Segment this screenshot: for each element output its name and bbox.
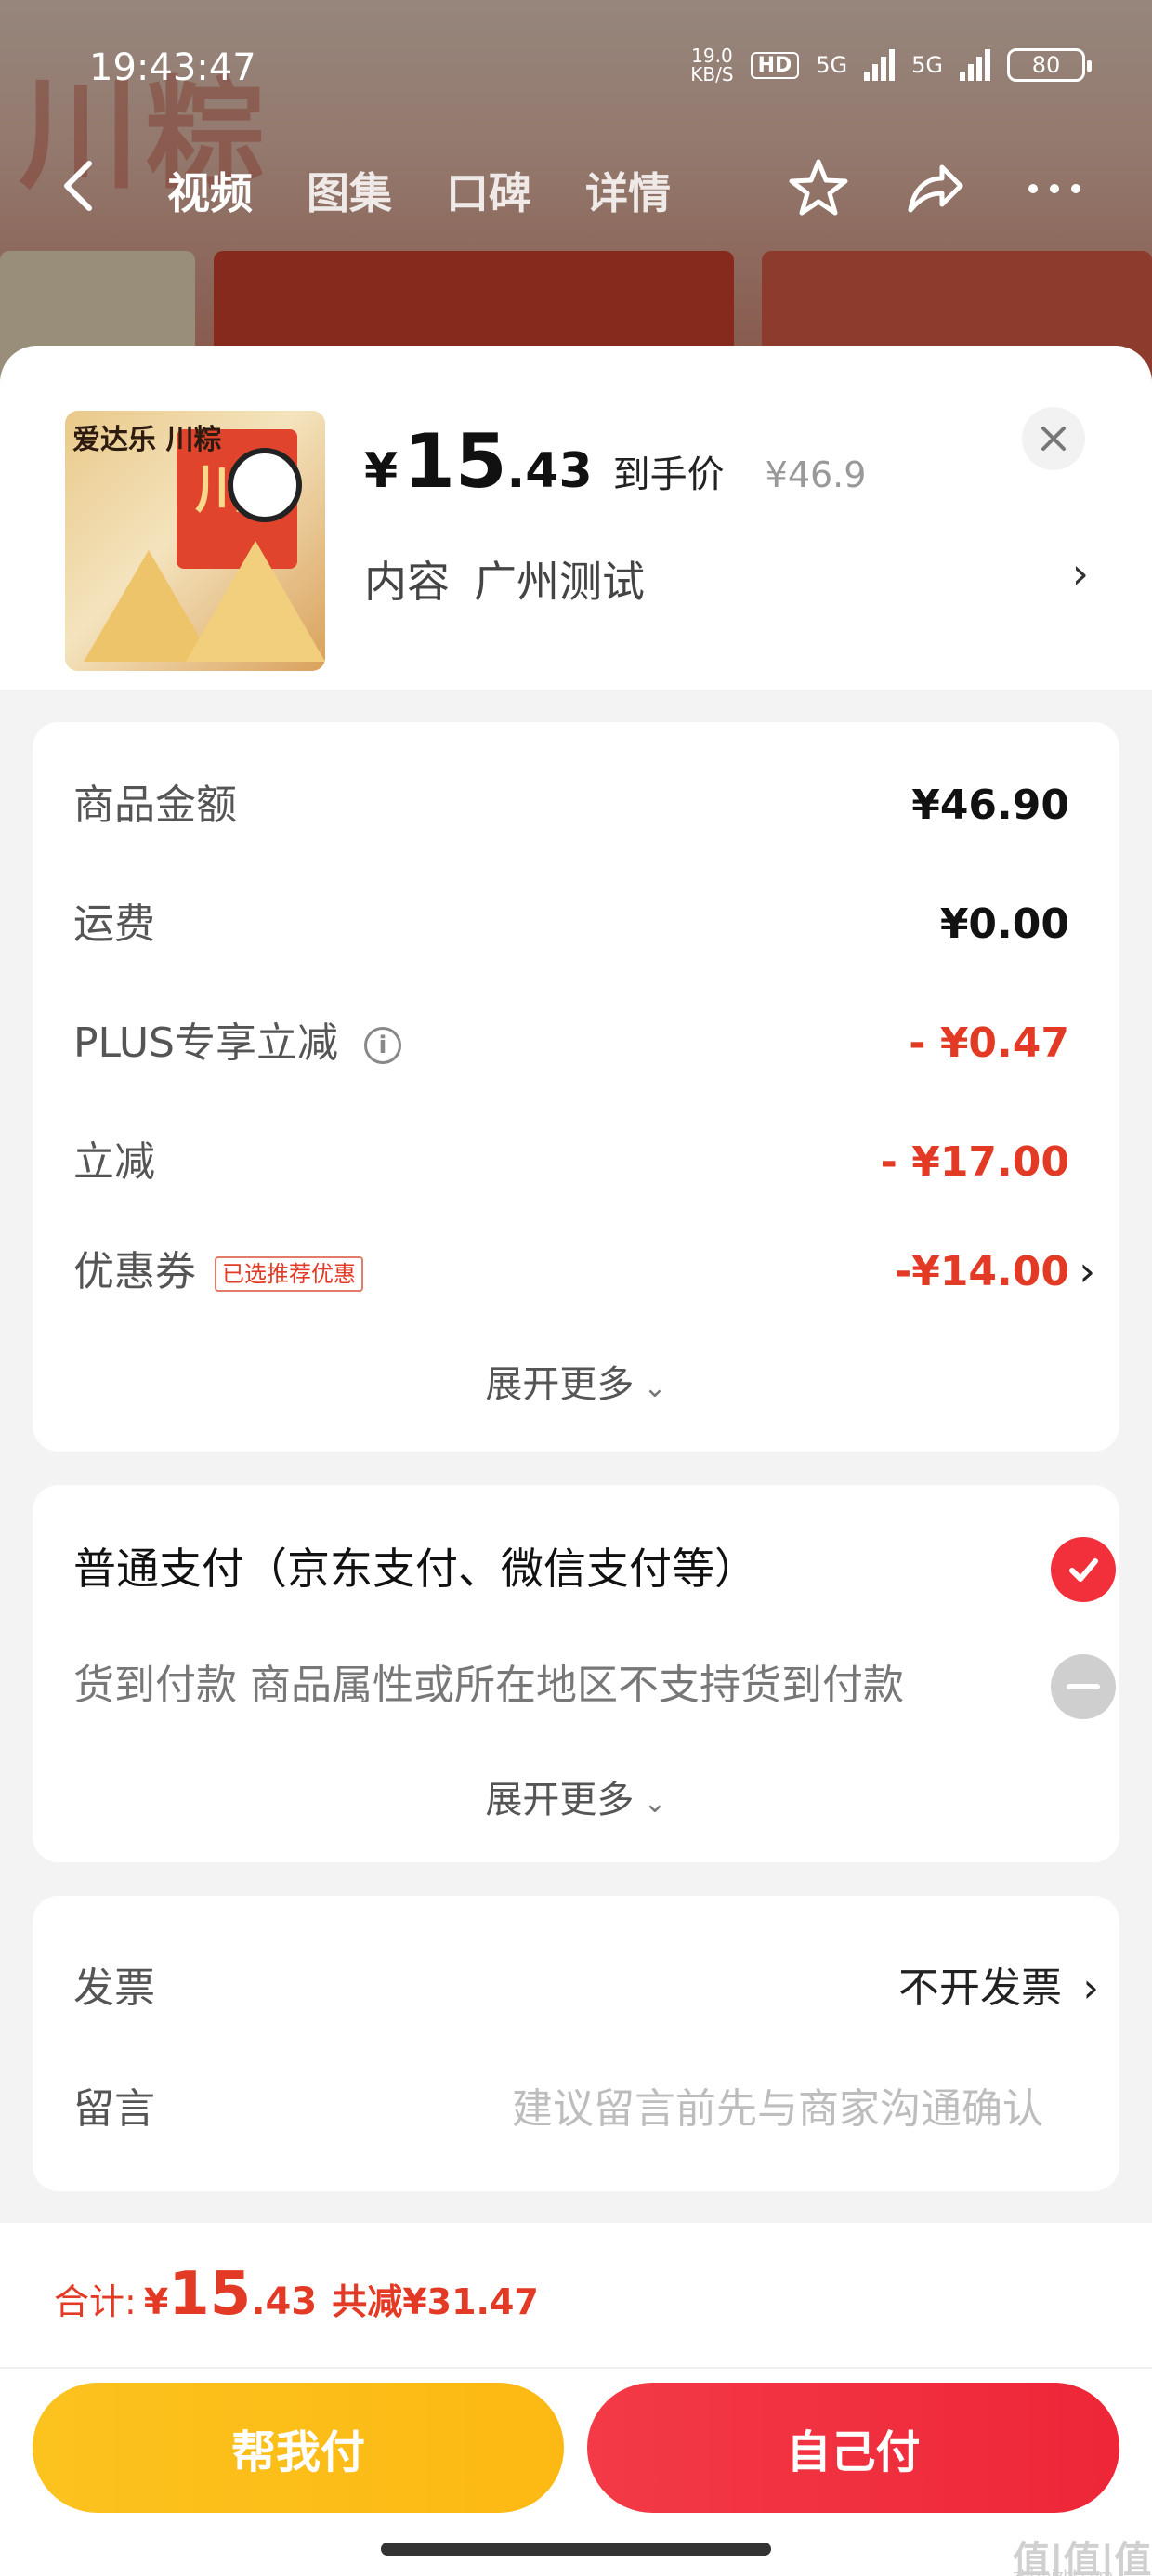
product-image-panda xyxy=(228,448,302,522)
total-summary: 合计: ¥ 15 .43 共减¥31.47 xyxy=(54,2260,539,2329)
chevron-right-icon: › xyxy=(1079,1248,1095,1295)
check-glyph xyxy=(1069,1558,1098,1582)
goods-amount-label: 商品金额 xyxy=(73,782,237,829)
coupon-label: 优惠券 xyxy=(73,1248,196,1295)
row-instant-discount: 立减 - ¥17.00 xyxy=(73,1125,1069,1200)
network-speed-value: 19.0 xyxy=(691,45,733,67)
chevron-right-icon: › xyxy=(1082,1965,1099,2012)
hd-badge: HD xyxy=(750,51,800,79)
product-summary: 川 爱达乐 川粽 ¥ 15 .43 到手价 ¥46.9 内容 广州测试 › xyxy=(0,346,1152,690)
message-row[interactable]: 留言 建议留言前先与商家沟通确认 xyxy=(73,2072,1099,2147)
product-image-logo: 爱达乐 川粽 xyxy=(72,424,222,456)
instant-discount-value: - ¥17.00 xyxy=(880,1138,1069,1186)
pay-myself-button[interactable]: 自己付 xyxy=(587,2383,1119,2513)
invoice-value: 不开发票 xyxy=(898,1965,1062,2012)
info-icon[interactable]: i xyxy=(364,1027,401,1064)
amount-breakdown-card: 商品金额 ¥46.90 运费 ¥0.00 PLUS专享立减 i - ¥0.47 立… xyxy=(33,722,1119,1452)
total-saved: 共减¥31.47 xyxy=(332,2281,539,2322)
plus-discount-label: PLUS专享立减 xyxy=(73,1019,338,1067)
message-label: 留言 xyxy=(73,2085,155,2133)
total-integer: 15 xyxy=(168,2260,252,2329)
disabled-minus-icon xyxy=(1051,1654,1116,1719)
signal-icon xyxy=(864,49,896,81)
price-integer: 15 xyxy=(403,418,507,505)
price-currency: ¥ xyxy=(364,443,399,499)
spec-selector[interactable]: 内容 广州测试 › xyxy=(364,548,1089,610)
network-speed-unit: KB/S xyxy=(690,63,734,85)
expand-more-amounts[interactable]: 展开更多 ⌄ xyxy=(33,1354,1119,1408)
original-price: ¥46.9 xyxy=(765,454,867,495)
share-icon[interactable] xyxy=(901,156,966,221)
payment-option-cod-label: 货到付款 商品属性或所在地区不支持货到付款 xyxy=(73,1662,904,1709)
coupon-recommended-tag: 已选推荐优惠 xyxy=(215,1256,363,1292)
signal-icon-2 xyxy=(960,49,990,81)
signal-1-label: 5G xyxy=(816,52,848,78)
plus-discount-value: - ¥0.47 xyxy=(909,1019,1069,1067)
tab-video[interactable]: 视频 xyxy=(167,160,253,221)
row-coupon[interactable]: 优惠券 已选推荐优惠 -¥14.00 › xyxy=(73,1235,1095,1309)
top-navigation: 视频 图集 口碑 详情 xyxy=(0,139,1152,242)
total-currency: ¥ xyxy=(143,2281,169,2322)
final-price: ¥ 15 .43 到手价 ¥46.9 xyxy=(364,418,866,505)
status-indicators: 19.0 KB/S HD 5G 5G 80 xyxy=(690,46,1092,84)
checkout-footer: 合计: ¥ 15 .43 共减¥31.47 帮我付 自己付 值|值|值 zhiz… xyxy=(0,2223,1152,2576)
tab-reviews[interactable]: 口碑 xyxy=(446,160,531,221)
total-decimal: .43 xyxy=(251,2280,318,2323)
shipping-label: 运费 xyxy=(73,900,155,948)
payment-method-card: 普通支付（京东支付、微信支付等） 货到付款 商品属性或所在地区不支持货到付款 展… xyxy=(33,1485,1119,1862)
shipping-value: ¥0.00 xyxy=(939,900,1069,948)
invoice-message-card: 发票 不开发票 › 留言 建议留言前先与商家沟通确认 xyxy=(33,1896,1119,2191)
payment-option-cod: 货到付款 商品属性或所在地区不支持货到付款 xyxy=(73,1649,1116,1723)
chevron-right-icon: › xyxy=(1071,548,1089,598)
spec-label: 内容 xyxy=(364,557,450,607)
chevron-down-icon: ⌄ xyxy=(643,1787,667,1820)
plus-discount-label-wrap: PLUS专享立减 i xyxy=(73,1006,401,1081)
nav-tabs: 视频 图集 口碑 详情 xyxy=(167,160,671,221)
checkmark-icon[interactable] xyxy=(1051,1537,1116,1602)
footer-divider xyxy=(0,2367,1152,2369)
help-me-pay-button[interactable]: 帮我付 xyxy=(33,2383,564,2513)
invoice-row[interactable]: 发票 不开发票 › xyxy=(73,1952,1099,2026)
tab-details[interactable]: 详情 xyxy=(585,160,671,221)
instant-discount-label: 立减 xyxy=(73,1138,155,1186)
more-icon[interactable] xyxy=(1022,156,1087,221)
network-speed: 19.0 KB/S xyxy=(690,46,733,84)
signal-2-label: 5G xyxy=(911,52,943,78)
row-shipping: 运费 ¥0.00 xyxy=(73,887,1069,962)
row-goods-amount: 商品金额 ¥46.90 xyxy=(73,769,1069,843)
payment-option-normal[interactable]: 普通支付（京东支付、微信支付等） xyxy=(73,1531,1116,1606)
watermark-url: zhizhizhi.com xyxy=(1013,2567,1114,2576)
payment-option-normal-label: 普通支付（京东支付、微信支付等） xyxy=(73,1544,757,1594)
close-icon xyxy=(1041,427,1066,451)
expand-more-payments[interactable]: 展开更多 ⌄ xyxy=(33,1769,1119,1823)
price-decimal: .43 xyxy=(506,443,593,499)
invoice-label: 发票 xyxy=(73,1965,155,2012)
spec-value: 广州测试 xyxy=(474,557,645,607)
coupon-value: -¥14.00 xyxy=(894,1248,1069,1295)
close-button[interactable] xyxy=(1022,407,1085,470)
chevron-down-icon: ⌄ xyxy=(643,1372,667,1404)
total-label: 合计: xyxy=(54,2281,137,2322)
status-bar: 19:43:47 19.0 KB/S HD 5G 5G 80 xyxy=(0,37,1152,102)
status-time: 19:43:47 xyxy=(89,46,256,89)
back-arrow-icon[interactable] xyxy=(56,158,102,214)
row-plus-discount: PLUS专享立减 i - ¥0.47 xyxy=(73,1006,1069,1081)
star-icon[interactable] xyxy=(786,156,851,221)
tab-gallery[interactable]: 图集 xyxy=(307,160,392,221)
price-label: 到手价 xyxy=(612,453,725,496)
coupon-label-wrap: 优惠券 已选推荐优惠 xyxy=(73,1235,363,1309)
home-indicator[interactable] xyxy=(381,2543,771,2556)
goods-amount-value: ¥46.90 xyxy=(911,782,1069,829)
message-input[interactable]: 建议留言前先与商家沟通确认 xyxy=(512,2072,1043,2147)
expand-more-label: 展开更多 xyxy=(485,1363,635,1406)
battery-icon: 80 xyxy=(1007,48,1092,82)
expand-more-label: 展开更多 xyxy=(485,1779,635,1821)
product-image-zongzi-2 xyxy=(186,541,325,662)
product-image: 川 爱达乐 川粽 xyxy=(65,411,325,671)
